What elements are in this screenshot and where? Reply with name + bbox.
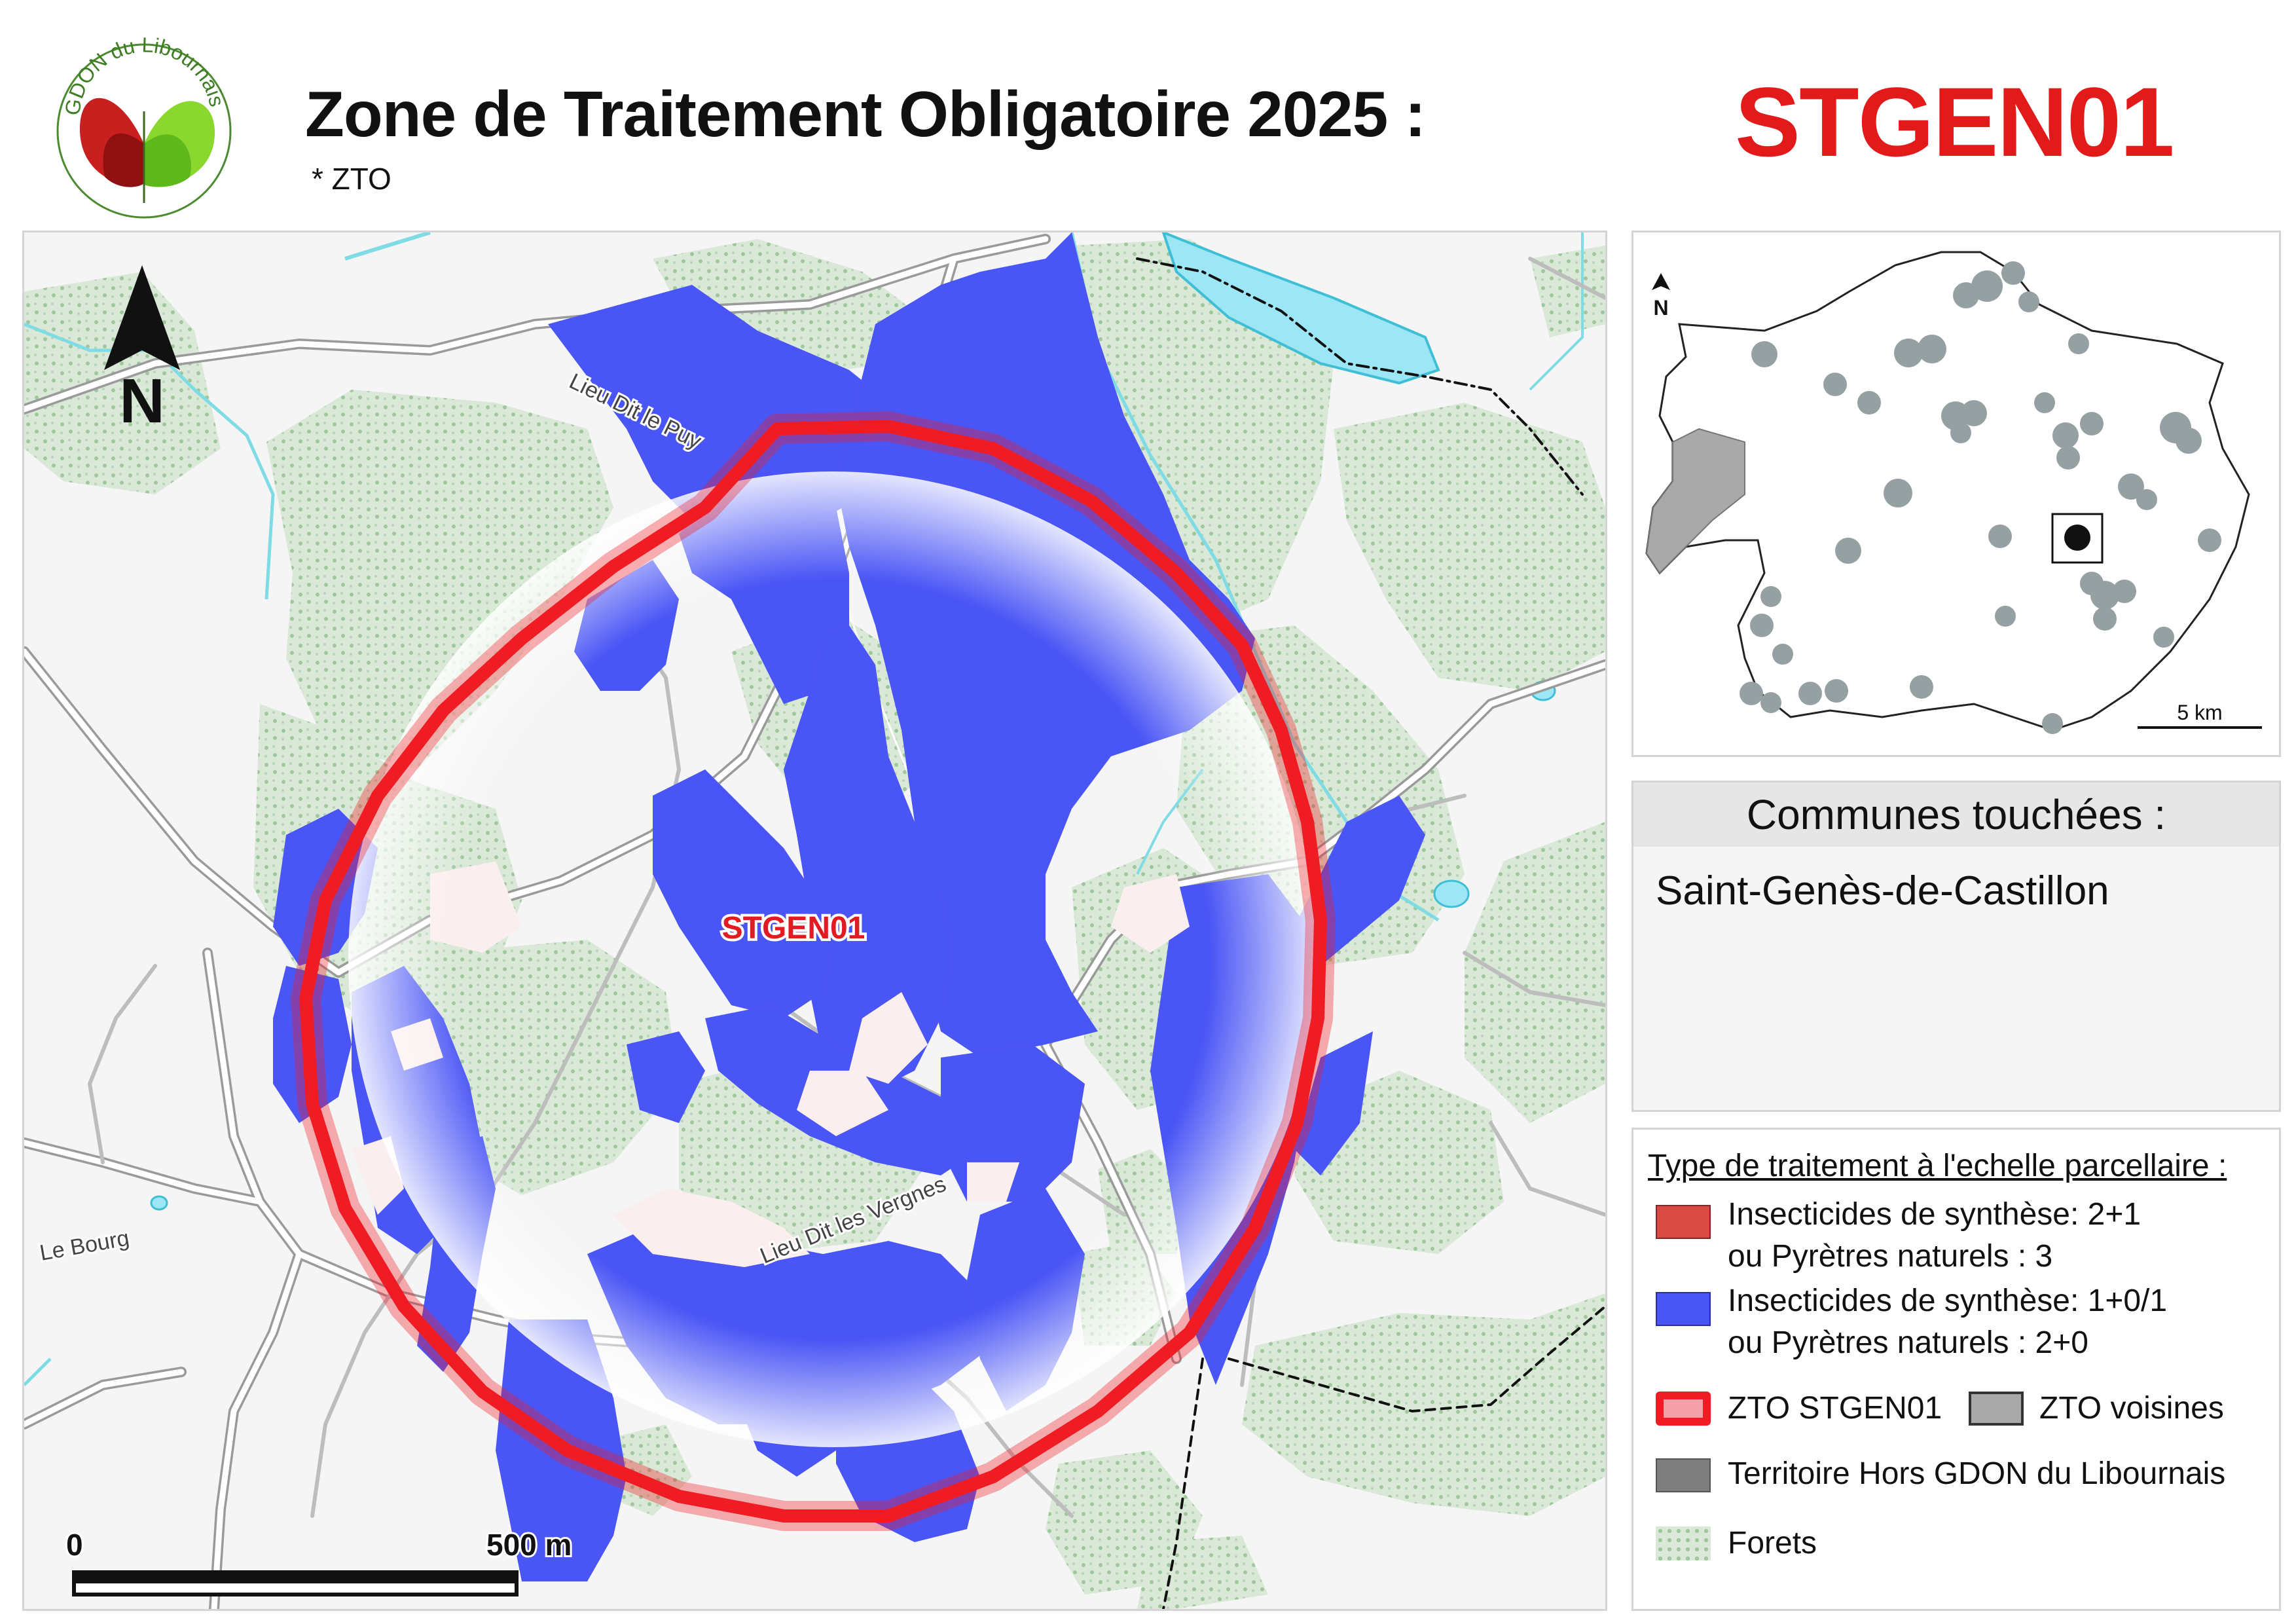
communes-list-item: Saint-Genès-de-Castillon bbox=[1656, 868, 2109, 913]
legend-outside: Territoire Hors GDON du Libournais bbox=[1728, 1456, 2226, 1491]
legend-blue-line2: ou Pyrètres naturels : 2+0 bbox=[1728, 1325, 2088, 1360]
legend-swatch-zto-self bbox=[1656, 1392, 1711, 1426]
legend-zto-neighbors: ZTO voisines bbox=[2039, 1391, 2224, 1426]
page-subtitle: * ZTO bbox=[312, 162, 392, 196]
communes-heading: Communes touchées : bbox=[1633, 783, 2279, 847]
inset-north-letter: N bbox=[1653, 296, 1668, 320]
legend-swatch-forest bbox=[1656, 1526, 1711, 1560]
legend-blue-line1: Insecticides de synthèse: 1+0/1 bbox=[1728, 1283, 2168, 1318]
inset-north-arrow-icon: N bbox=[1652, 273, 1670, 320]
scale-start-label: 0 bbox=[66, 1528, 83, 1562]
map-legend: Type de traitement à l'echelle parcellai… bbox=[1631, 1128, 2281, 1611]
overview-inset-map[interactable]: N 5 km bbox=[1631, 231, 2281, 757]
main-map[interactable]: STGEN01 Lieu Dit le Puy Lieu Dit les Ver… bbox=[22, 231, 1607, 1611]
legend-title: Type de traitement à l'echelle parcellai… bbox=[1648, 1149, 2227, 1183]
page-title: Zone de Traitement Obligatoire 2025 : bbox=[305, 78, 1426, 150]
legend-zto-self: ZTO STGEN01 bbox=[1728, 1391, 1942, 1426]
legend-red-line2: ou Pyrètres naturels : 3 bbox=[1728, 1239, 2053, 1274]
legend-swatch-red bbox=[1656, 1205, 1711, 1239]
legend-forest: Forets bbox=[1728, 1526, 1817, 1560]
logo-text: GDON du Libournais bbox=[60, 33, 229, 117]
communes-panel: Communes touchées : Saint-Genès-de-Casti… bbox=[1631, 781, 2281, 1112]
legend-swatch-blue bbox=[1656, 1292, 1711, 1326]
inset-scale-bar: 5 km bbox=[2138, 701, 2262, 729]
scale-end-label: 500 m bbox=[486, 1528, 572, 1562]
gdon-logo: GDON du Libournais bbox=[39, 13, 249, 223]
legend-red-line1: Insecticides de synthèse: 2+1 bbox=[1728, 1197, 2141, 1232]
zone-label: STGEN01 bbox=[722, 911, 866, 946]
north-letter: N bbox=[119, 366, 164, 436]
legend-swatch-zto-neighbors bbox=[1969, 1392, 2024, 1426]
legend-swatch-outside bbox=[1656, 1458, 1711, 1492]
inset-scale-label: 5 km bbox=[2177, 701, 2222, 724]
zone-code-heading: STGEN01 bbox=[1735, 67, 2175, 177]
gdon-territory bbox=[1645, 251, 2250, 731]
current-zone-marker bbox=[2064, 525, 2090, 551]
